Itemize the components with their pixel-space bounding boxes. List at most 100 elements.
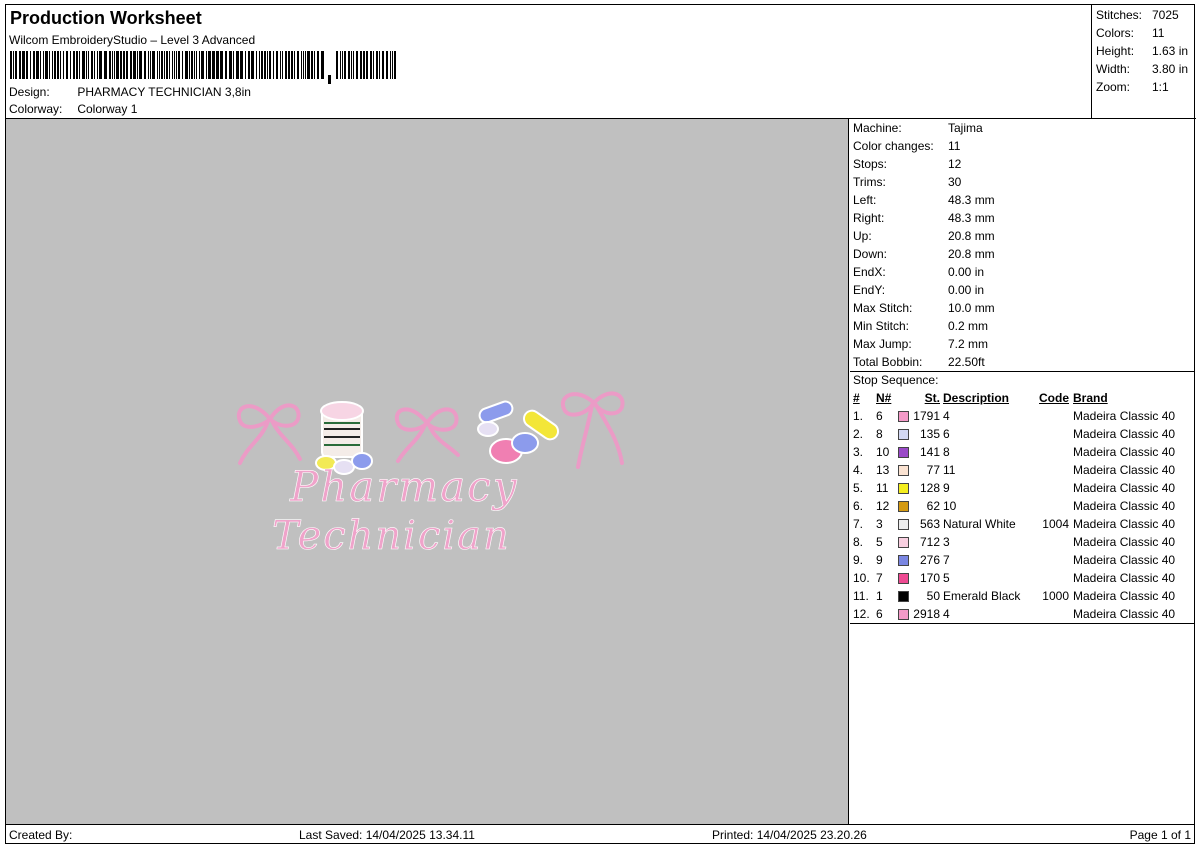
worksheet-header: Production Worksheet Wilcom EmbroiderySt… [6, 5, 1091, 119]
thread-color-swatch [898, 573, 909, 585]
needle-number: 8 [876, 427, 883, 441]
thread-code [1033, 479, 1073, 497]
thread-brand: Madeira Classic 40 [1073, 427, 1176, 441]
thread-color-swatch [898, 411, 909, 423]
table-row: 5. 11 128 9 Madeira Classic 40 [850, 479, 1195, 497]
stat-row: Height: 1.63 in [1096, 43, 1195, 61]
thread-code [1033, 407, 1073, 425]
specs-panel: Machine: Tajima Color changes: 11 Stops: 12 Tr… [850, 119, 1195, 824]
thread-code: 1004 [1042, 517, 1069, 531]
thread-description: 10 [943, 499, 957, 513]
spec-row: Up: 20.8 mm [850, 227, 1195, 245]
spec-label: Left: [853, 193, 877, 207]
stitch-count: 135 [919, 427, 940, 441]
stop-sequence-table: # N# St. Description Code Brand 1. 6 1791 4… [850, 389, 1195, 623]
design-label: Design: [9, 85, 50, 99]
spec-label: Machine: [853, 121, 902, 135]
footer: Created By: Last Saved: 14/04/2025 13.34… [6, 824, 1195, 844]
stat-value: 3.80 in [1152, 62, 1189, 76]
col-header-idx: # [853, 391, 860, 405]
spec-row: EndX: 0.00 in [850, 263, 1195, 281]
machine-specs: Machine: Tajima Color changes: 11 Stops: 12 Tr… [850, 119, 1195, 371]
row-index: 6. [853, 499, 864, 513]
created-by: Created By: [9, 828, 73, 842]
table-row: 6. 12 62 10 Madeira Classic 40 [850, 497, 1195, 515]
bow-icon [560, 391, 625, 469]
page-number: Page 1 of 1 [1129, 828, 1191, 842]
stat-row: Colors: 11 [1096, 25, 1195, 43]
needle-number: 9 [876, 553, 883, 567]
needle-number: 7 [876, 571, 883, 585]
spec-row: Right: 48.3 mm [850, 209, 1195, 227]
thread-color-swatch [898, 591, 909, 603]
row-index: 1. [853, 409, 864, 423]
needle-number: 13 [876, 463, 890, 477]
thread-description: 6 [943, 427, 950, 441]
thread-color-swatch [898, 609, 909, 621]
thread-color-swatch [898, 537, 909, 549]
design-name: PHARMACY TECHNICIAN 3,8in [77, 85, 251, 99]
stat-value: 7025 [1152, 8, 1179, 22]
spec-label: Down: [853, 247, 888, 261]
spec-row: EndY: 0.00 in [850, 281, 1195, 299]
spec-value: 48.3 mm [948, 211, 995, 225]
stitch-count: 50 [926, 589, 940, 603]
spec-value: 48.3 mm [948, 193, 995, 207]
spec-value: 10.0 mm [948, 301, 995, 315]
stats-box: Stitches: 7025 Colors: 11 Height: 1.63 in W… [1091, 5, 1195, 118]
colorway-label: Colorway: [9, 102, 63, 116]
table-row: 12. 6 2918 4 Madeira Classic 40 [850, 605, 1195, 623]
spec-row: Machine: Tajima [850, 119, 1195, 137]
thread-brand: Madeira Classic 40 [1073, 553, 1176, 567]
thread-description: 11 [943, 463, 956, 477]
spec-label: Right: [853, 211, 885, 225]
stitch-count: 170 [919, 571, 940, 585]
worksheet-frame: Production Worksheet Wilcom EmbroiderySt… [5, 4, 1196, 844]
row-index: 4. [853, 463, 864, 477]
colorway-name: Colorway 1 [77, 102, 138, 116]
thread-description: 5 [943, 571, 950, 585]
table-row: 2. 8 135 6 Madeira Classic 40 [850, 425, 1195, 443]
thread-brand: Madeira Classic 40 [1073, 589, 1176, 603]
software-name: Wilcom EmbroideryStudio – Level 3 Advanc… [9, 33, 256, 47]
divider [850, 623, 1195, 624]
table-row: 4. 13 77 11 Madeira Classic 40 [850, 461, 1195, 479]
stat-value: 11 [1152, 26, 1165, 40]
needle-number: 1 [876, 589, 883, 603]
thread-code [1033, 443, 1073, 461]
color-swatch [898, 605, 913, 623]
thread-color-swatch [898, 501, 909, 513]
spec-value: 22.50ft [948, 355, 985, 369]
needle-number: 5 [876, 535, 883, 549]
spec-value: 0.2 mm [948, 319, 989, 333]
stat-label: Colors: [1096, 26, 1135, 40]
stat-value: 1.63 in [1152, 44, 1189, 58]
row-index: 9. [853, 553, 864, 567]
thread-color-swatch [898, 555, 909, 567]
spec-value: 7.2 mm [948, 337, 989, 351]
row-index: 5. [853, 481, 864, 495]
stitch-count: 77 [926, 463, 940, 477]
stat-value: 1:1 [1152, 80, 1169, 94]
color-swatch [898, 407, 913, 425]
spec-value: 12 [948, 157, 962, 171]
table-row: 9. 9 276 7 Madeira Classic 40 [850, 551, 1195, 569]
spec-row: Max Jump: 7.2 mm [850, 335, 1195, 353]
embroidery-design: Pharmacy Technician [236, 391, 625, 559]
spec-label: Stops: [853, 157, 888, 171]
spec-row: Min Stitch: 0.2 mm [850, 317, 1195, 335]
thread-brand: Madeira Classic 40 [1073, 481, 1176, 495]
color-swatch [898, 461, 913, 479]
thread-code [1033, 425, 1073, 443]
row-index: 11. [853, 589, 869, 603]
thread-color-swatch [898, 483, 909, 495]
spec-row: Color changes: 11 [850, 137, 1195, 155]
row-index: 8. [853, 535, 864, 549]
stat-row: Zoom: 1:1 [1096, 79, 1195, 97]
colorway-row: Colorway: Colorway 1 [9, 102, 137, 116]
spec-row: Down: 20.8 mm [850, 245, 1195, 263]
spec-label: Min Stitch: [853, 319, 910, 333]
col-header-needle: N# [876, 391, 892, 405]
spec-label: Color changes: [853, 139, 934, 153]
color-swatch [898, 533, 913, 551]
